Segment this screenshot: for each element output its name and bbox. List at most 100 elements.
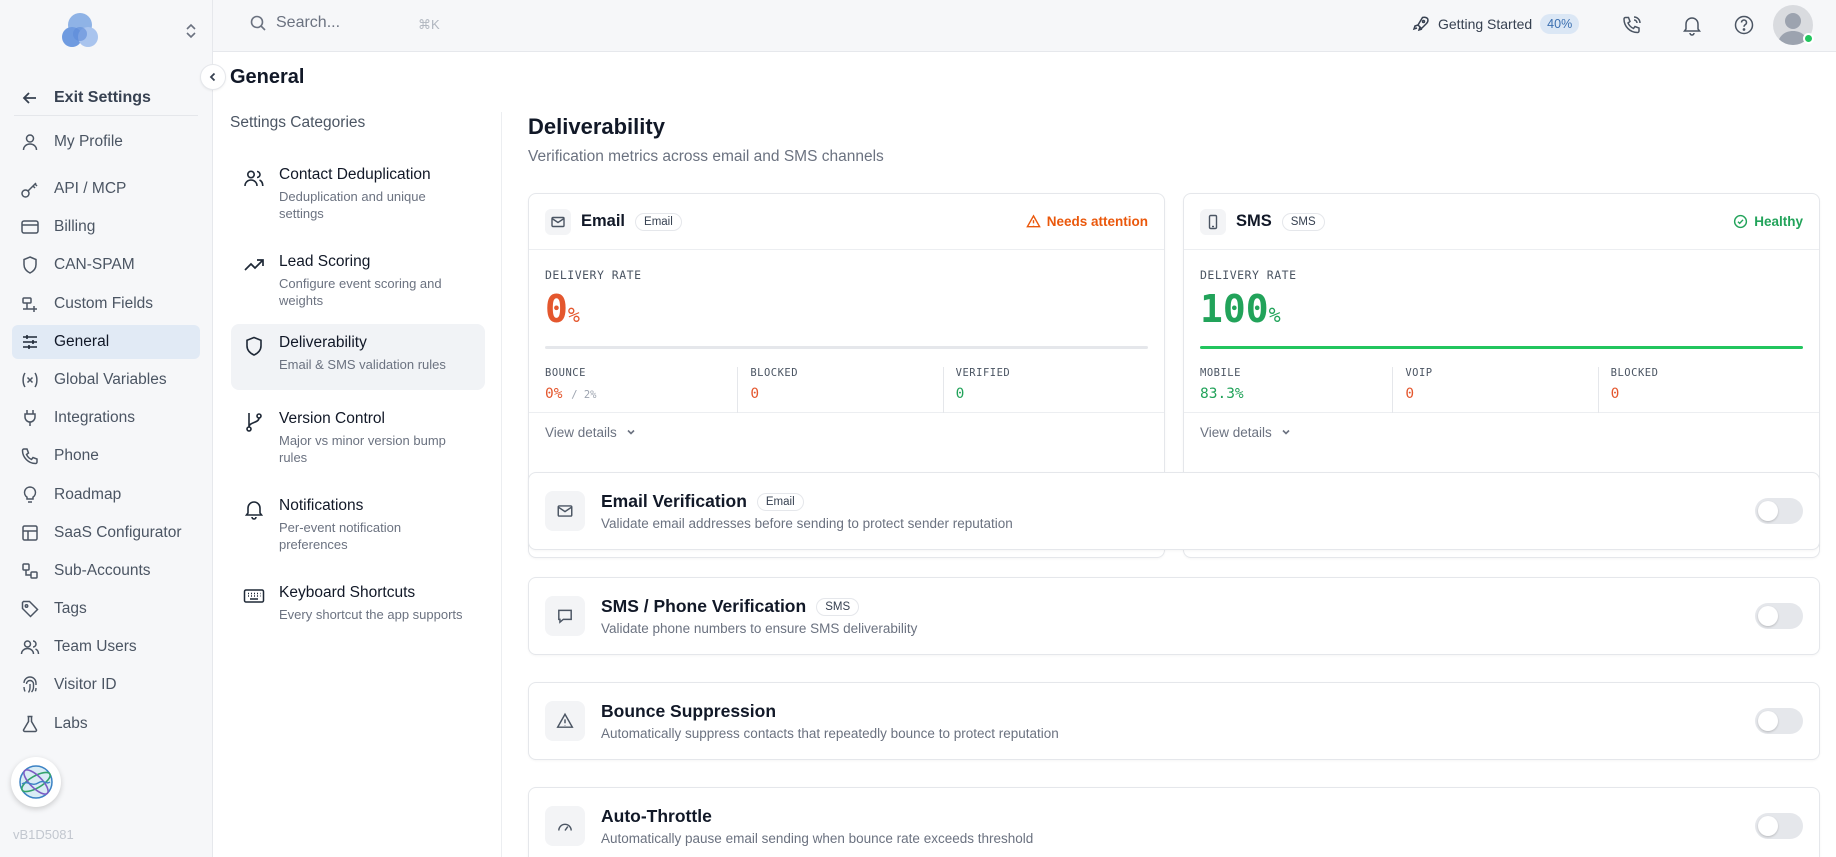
sidebar-item-saas-configurator[interactable]: SaaS Configurator bbox=[12, 516, 200, 550]
category-name: Version Control bbox=[279, 410, 385, 427]
sidebar-item-label: Phone bbox=[54, 447, 99, 465]
sms-sub-metrics: MOBILE 83.3% VOIP 0 BLOCKED 0 bbox=[1200, 367, 1803, 413]
globe-icon bbox=[19, 765, 53, 799]
sms-blocked-metric: BLOCKED 0 bbox=[1597, 367, 1803, 413]
category-notifications[interactable]: Notifications Per-event notification pre… bbox=[231, 487, 485, 563]
email-delivery-rate-bar bbox=[545, 346, 1148, 349]
keyboard-icon bbox=[243, 589, 265, 603]
phone-call-icon[interactable] bbox=[1621, 14, 1643, 36]
users-icon bbox=[20, 640, 40, 655]
mail-icon bbox=[545, 208, 571, 235]
feature-title: Email Verification bbox=[601, 491, 747, 511]
verified-label: VERIFIED bbox=[955, 367, 1011, 379]
category-version-control[interactable]: Version Control Major vs minor version b… bbox=[231, 400, 485, 476]
sidebar-item-label: Tags bbox=[54, 600, 87, 618]
sms-phone-verification-toggle[interactable] bbox=[1755, 603, 1803, 629]
category-keyboard-shortcuts[interactable]: Keyboard Shortcuts Every shortcut the ap… bbox=[231, 574, 485, 633]
sidebar-item-integrations[interactable]: Integrations bbox=[12, 401, 200, 435]
plug-icon bbox=[24, 410, 36, 427]
sliders-icon bbox=[23, 334, 37, 349]
getting-started-button[interactable]: Getting Started 40% bbox=[1412, 14, 1580, 34]
bounce-suppression-card: Bounce Suppression Automatically suppres… bbox=[528, 682, 1820, 760]
sidebar-item-billing[interactable]: Billing bbox=[12, 210, 200, 244]
bell-icon bbox=[244, 501, 264, 520]
sidebar-item-label: Roadmap bbox=[54, 485, 122, 503]
sidebar-item-label: General bbox=[54, 332, 110, 350]
sidebar-item-phone[interactable]: Phone bbox=[12, 439, 200, 473]
sidebar-item-label: Labs bbox=[54, 714, 88, 732]
sidebar-item-visitor-id[interactable]: Visitor ID bbox=[12, 668, 200, 702]
sidebar-item-label: Global Variables bbox=[54, 370, 167, 388]
assistant-globe-button[interactable] bbox=[11, 757, 61, 807]
delivery-rate-label: DELIVERY RATE bbox=[545, 268, 642, 282]
sidebar-item-tags[interactable]: Tags bbox=[12, 592, 200, 626]
category-name: Deliverability bbox=[279, 334, 367, 351]
sidebar-item-label: Visitor ID bbox=[54, 676, 117, 694]
sidebar-item-global-variables[interactable]: Global Variables bbox=[12, 363, 200, 397]
sidebar-item-general[interactable]: General bbox=[12, 324, 200, 359]
bell-icon[interactable] bbox=[1681, 14, 1703, 36]
sidebar-item-sub-accounts[interactable]: Sub-Accounts bbox=[12, 554, 200, 588]
category-lead-scoring[interactable]: Lead Scoring Configure event scoring and… bbox=[231, 243, 485, 319]
fields-icon bbox=[22, 296, 37, 312]
sidebar-item-label: Custom Fields bbox=[54, 294, 154, 312]
warning-icon bbox=[545, 701, 585, 741]
sidebar-item-custom-fields[interactable]: Custom Fields bbox=[12, 287, 200, 321]
email-card-header: Email Email Needs attention bbox=[529, 194, 1164, 250]
chevron-left-icon bbox=[209, 72, 216, 82]
email-delivery-rate: 0% bbox=[545, 288, 1148, 336]
sidebar-item-roadmap[interactable]: Roadmap bbox=[12, 478, 200, 512]
category-name: Contact Deduplication bbox=[279, 166, 431, 183]
sidebar-item-label: SaaS Configurator bbox=[54, 523, 182, 541]
bounce-suppression-toggle[interactable] bbox=[1755, 708, 1803, 734]
sms-status-label: Healthy bbox=[1754, 214, 1803, 229]
email-verification-card: Email Verification Email Validate email … bbox=[528, 472, 1820, 550]
category-description: Email & SMS validation rules bbox=[279, 357, 446, 372]
key-icon bbox=[21, 182, 38, 198]
email-view-details-button[interactable]: View details bbox=[529, 412, 1164, 451]
email-delivery-rate-value: 0 bbox=[545, 287, 568, 331]
email-blocked-metric: BLOCKED 0 bbox=[737, 367, 942, 413]
sidebar-item-team-users[interactable]: Team Users bbox=[12, 630, 200, 664]
smartphone-icon bbox=[1200, 208, 1226, 235]
feature-tag: Email bbox=[756, 492, 804, 511]
email-card-body: DELIVERY RATE 0% BOUNCE 0% / 2% BLOCKED … bbox=[529, 250, 1164, 413]
category-deliverability[interactable]: Deliverability Email & SMS validation ru… bbox=[231, 324, 485, 390]
blocked-label: BLOCKED bbox=[750, 367, 799, 379]
chevron-up-down-icon[interactable] bbox=[184, 22, 198, 40]
chevron-down-icon bbox=[1282, 429, 1290, 435]
email-verification-toggle[interactable] bbox=[1755, 498, 1803, 524]
sms-voip-metric: VOIP 0 bbox=[1392, 367, 1597, 413]
user-icon bbox=[22, 134, 38, 151]
category-contact-deduplication[interactable]: Contact Deduplication Deduplication and … bbox=[231, 156, 485, 232]
help-icon[interactable] bbox=[1733, 14, 1755, 36]
brand-logo[interactable] bbox=[58, 12, 102, 50]
settings-categories-title: Settings Categories bbox=[230, 114, 366, 131]
percent-unit: % bbox=[567, 303, 580, 327]
sms-channel-tag: SMS bbox=[1281, 212, 1325, 231]
search-input[interactable] bbox=[276, 14, 406, 32]
sidebar-item-labs[interactable]: Labs bbox=[12, 707, 200, 741]
sidebar-item-can-spam[interactable]: CAN-SPAM bbox=[12, 248, 200, 282]
collapse-sidebar-button[interactable] bbox=[200, 64, 226, 90]
category-name: Lead Scoring bbox=[279, 253, 371, 270]
search-icon bbox=[250, 15, 266, 31]
rocket-icon bbox=[1412, 16, 1429, 32]
category-name: Keyboard Shortcuts bbox=[279, 584, 416, 601]
sms-view-details-button[interactable]: View details bbox=[1184, 412, 1819, 451]
exit-settings-button[interactable]: Exit Settings bbox=[14, 80, 198, 116]
search-box[interactable] bbox=[249, 14, 406, 32]
arrow-left-icon bbox=[22, 91, 36, 104]
getting-started-progress-badge: 40% bbox=[1540, 14, 1580, 34]
sidebar-item-api-mcp[interactable]: API / MCP bbox=[12, 172, 200, 206]
auto-throttle-toggle[interactable] bbox=[1755, 813, 1803, 839]
fingerprint-icon bbox=[23, 676, 37, 694]
sms-status: Healthy bbox=[1733, 214, 1803, 229]
sidebar-item-my-profile[interactable]: My Profile bbox=[12, 125, 200, 159]
sidebar-item-label: API / MCP bbox=[54, 180, 127, 197]
online-status-dot bbox=[1803, 33, 1814, 44]
bounce-label: BOUNCE bbox=[545, 367, 586, 379]
view-details-label: View details bbox=[1200, 424, 1272, 440]
email-status-label: Needs attention bbox=[1046, 214, 1148, 229]
sidebar-item-label: Team Users bbox=[54, 638, 137, 656]
